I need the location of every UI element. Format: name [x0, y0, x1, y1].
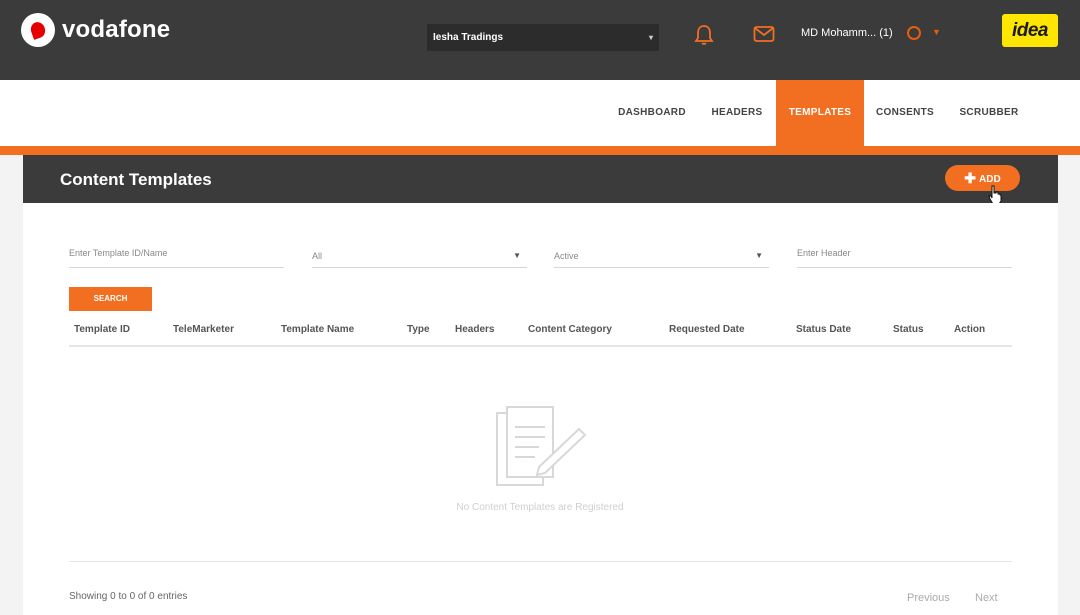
chevron-down-icon: ▼ — [755, 251, 763, 260]
column-header-template-name[interactable]: Template Name — [281, 324, 354, 335]
header-input[interactable]: Enter Header — [797, 248, 1012, 268]
entries-info: Showing 0 to 0 of 0 entries — [69, 591, 188, 602]
table-footer-divider — [69, 561, 1012, 562]
empty-document-icon — [496, 406, 587, 486]
page-title: Content Templates — [60, 170, 212, 189]
empty-state-message: No Content Templates are Registered — [456, 502, 624, 513]
idea-logo: idea — [1002, 14, 1058, 47]
column-header-status-date[interactable]: Status Date — [796, 324, 851, 335]
tab-consents[interactable]: CONSENTS — [866, 80, 944, 146]
column-header-requested-date[interactable]: Requested Date — [669, 324, 745, 335]
template-id-input[interactable]: Enter Template ID/Name — [69, 248, 284, 268]
tab-dashboard[interactable]: DASHBOARD — [612, 80, 692, 146]
add-button-label: ADD — [979, 174, 1001, 185]
user-avatar-icon[interactable] — [907, 26, 921, 40]
chevron-down-icon: ▾ — [648, 33, 653, 42]
tab-templates[interactable]: TEMPLATES — [776, 80, 864, 146]
previous-page-button[interactable]: Previous — [907, 592, 950, 604]
brand-name: vodafone — [62, 16, 171, 43]
status-select[interactable]: Active ▼ — [554, 248, 769, 268]
type-select-value: All — [312, 251, 323, 261]
tab-headers[interactable]: HEADERS — [700, 80, 774, 146]
next-page-button[interactable]: Next — [975, 592, 998, 604]
column-header-telemarketer[interactable]: TeleMarketer — [173, 324, 234, 335]
nav-accent-strip — [0, 146, 1080, 155]
header-placeholder: Enter Header — [797, 248, 851, 258]
hand-cursor-icon — [988, 185, 1002, 205]
organization-select-value: Iesha Tradings — [433, 32, 504, 43]
add-button[interactable]: ✚ ADD — [945, 165, 1020, 191]
column-header-headers[interactable]: Headers — [455, 324, 494, 335]
vodafone-logo[interactable]: vodafone — [21, 13, 170, 47]
type-select[interactable]: All ▼ — [312, 248, 527, 268]
column-header-status[interactable]: Status — [893, 324, 924, 335]
panel-header: Content Templates ✚ ADD — [23, 155, 1058, 203]
tab-scrubber[interactable]: SCRUBBER — [952, 80, 1026, 146]
chevron-down-icon: ▼ — [513, 251, 521, 260]
vodafone-mark-icon — [21, 13, 55, 47]
column-header-content-category[interactable]: Content Category — [528, 324, 612, 335]
template-id-placeholder: Enter Template ID/Name — [69, 248, 168, 258]
status-select-value: Active — [554, 251, 579, 261]
mail-icon[interactable] — [753, 25, 775, 43]
search-button[interactable]: SEARCH — [69, 287, 152, 311]
column-header-action[interactable]: Action — [954, 324, 985, 335]
column-header-template-id[interactable]: Template ID — [74, 324, 130, 335]
organization-select[interactable]: Iesha Tradings ▾ — [427, 24, 659, 51]
partner-brand-name: idea — [1011, 20, 1049, 41]
user-name[interactable]: MD Mohamm... (1) — [801, 27, 893, 39]
bell-icon[interactable] — [694, 24, 714, 46]
table-header-divider — [69, 345, 1012, 347]
user-menu-caret-icon[interactable]: ▼ — [932, 27, 941, 37]
column-header-type[interactable]: Type — [407, 324, 430, 335]
plus-icon: ✚ — [964, 170, 977, 186]
